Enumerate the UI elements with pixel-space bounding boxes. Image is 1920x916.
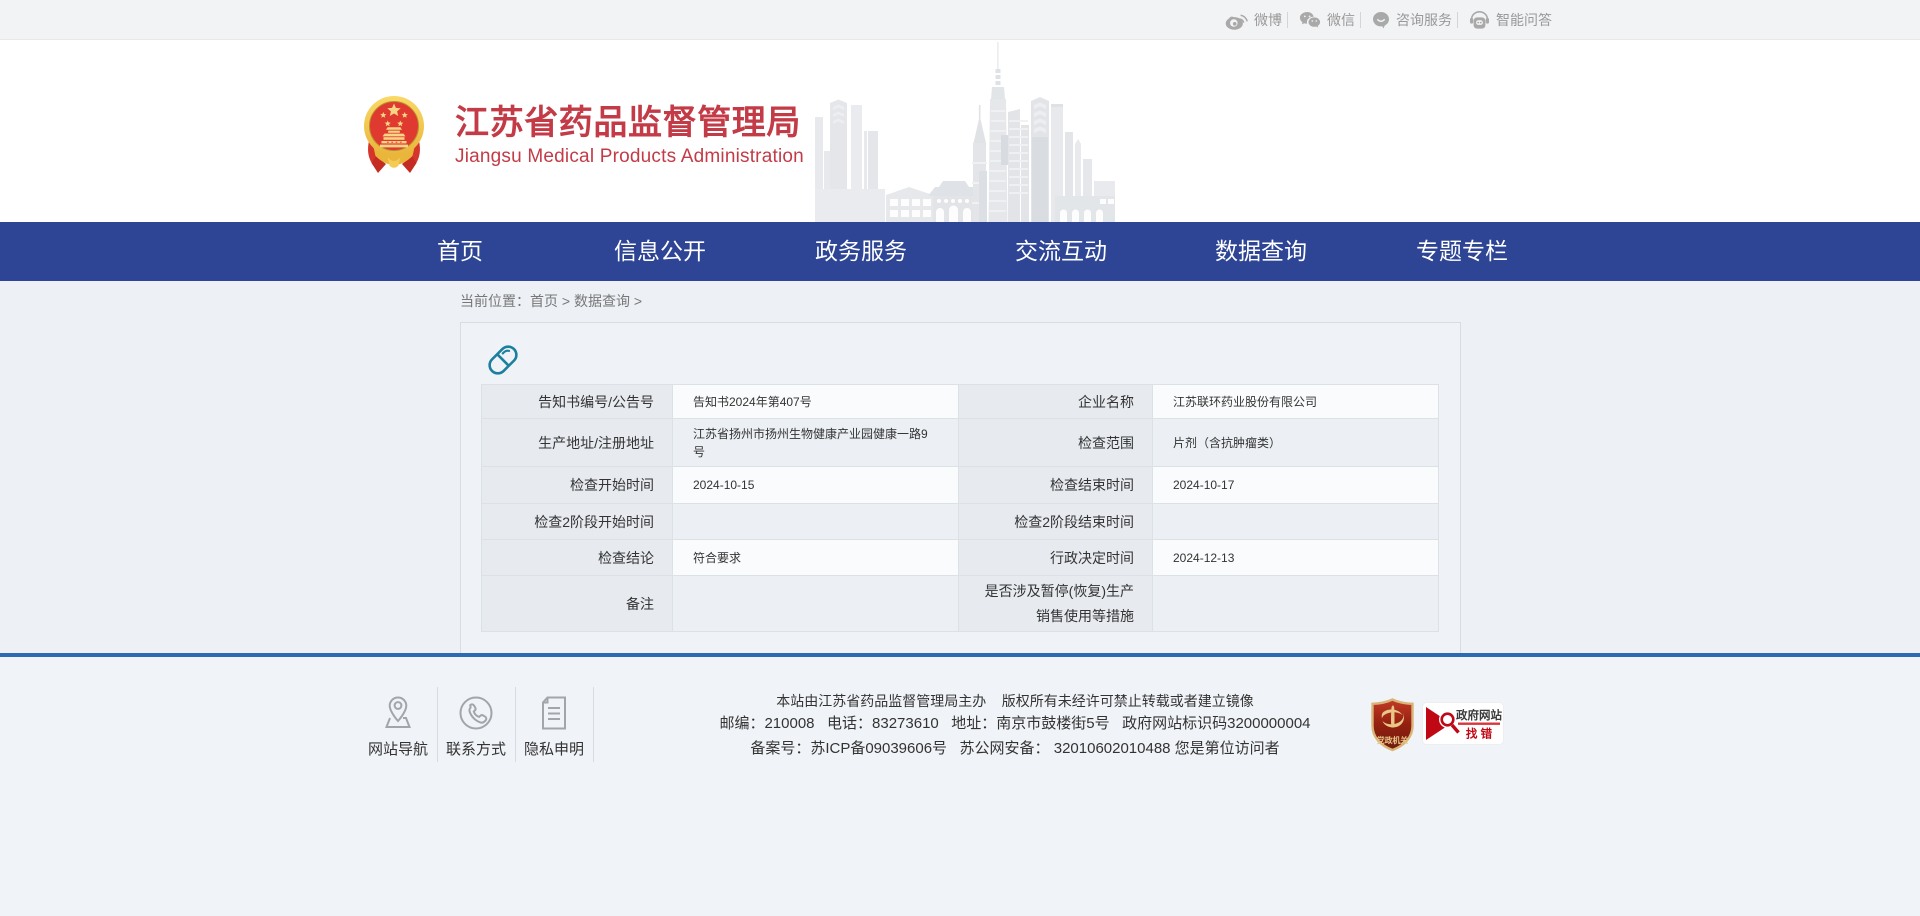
svg-text:党政机关: 党政机关 <box>1377 735 1408 745</box>
svg-text:政府网站: 政府网站 <box>1456 708 1502 722</box>
svg-text:找 错: 找 错 <box>1466 727 1493 741</box>
